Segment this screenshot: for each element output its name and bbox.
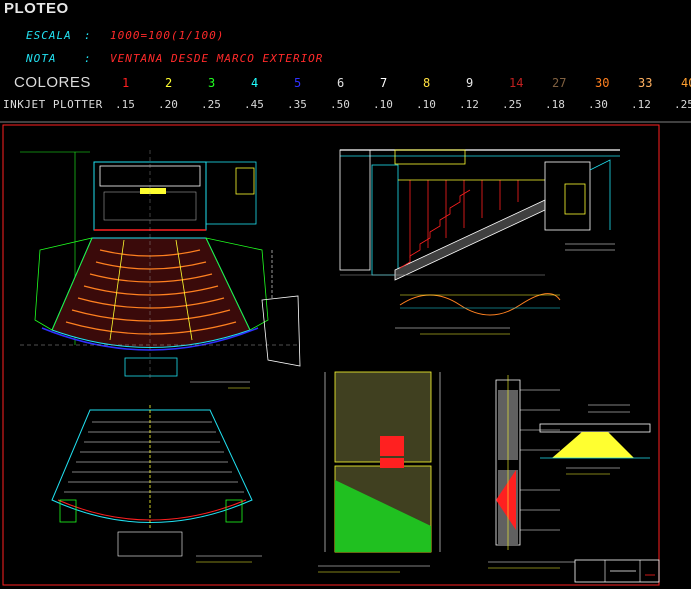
drawing-sheet [0, 121, 691, 586]
auditorium-plan [20, 150, 301, 389]
title-block [574, 559, 660, 583]
ceiling-plan [51, 405, 262, 563]
section-a-detail [539, 404, 651, 475]
sheet-frame [2, 124, 660, 586]
wall-detail-section [488, 375, 575, 569]
longitudinal-section [339, 149, 620, 335]
wall-panel-elevation [318, 371, 441, 573]
